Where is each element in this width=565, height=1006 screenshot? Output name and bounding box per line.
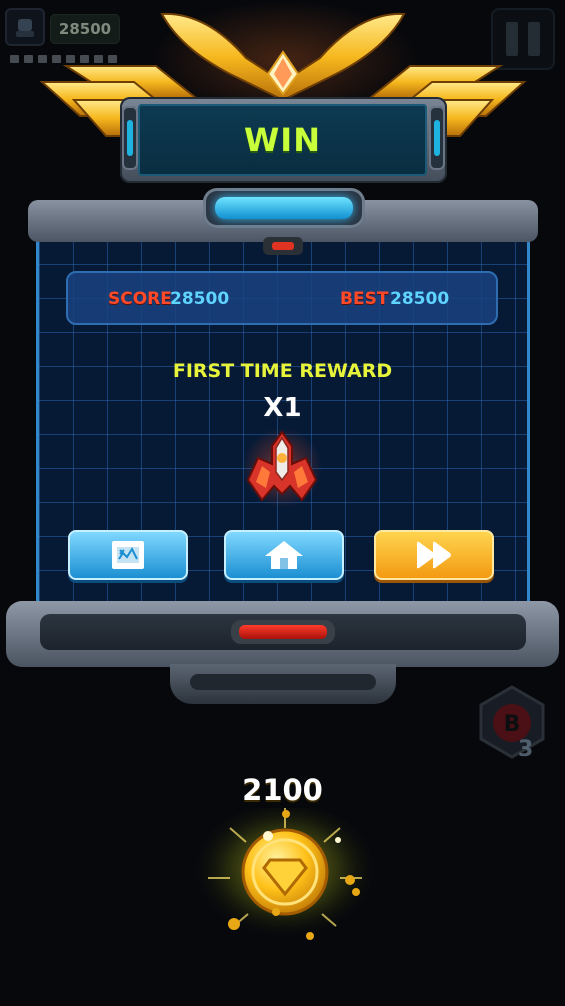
score-label: SCORE <box>108 289 172 309</box>
panel-top-indicator <box>263 237 303 255</box>
spaceship-reward-icon <box>242 428 322 508</box>
map-button[interactable] <box>68 530 188 580</box>
fast-forward-icon <box>417 541 451 569</box>
gold-coin-icon <box>190 808 380 948</box>
score-value: 28500 <box>170 289 230 309</box>
bomb-label: B <box>504 712 521 737</box>
panel-foot <box>170 664 396 704</box>
next-button[interactable] <box>374 530 494 580</box>
reward-multiplier: X1 <box>263 393 302 423</box>
panel-bottom-indicator <box>231 620 335 644</box>
panel-top-light <box>203 188 365 228</box>
win-banner: WIN <box>138 104 427 176</box>
home-icon <box>265 541 303 569</box>
map-icon <box>112 541 144 569</box>
reward-title: FIRST TIME REWARD <box>172 360 393 382</box>
bomb-count: 3 <box>518 737 534 762</box>
bomb-icon: B <box>479 685 545 759</box>
best-label: BEST <box>340 289 389 309</box>
coin-amount: 2100 <box>242 773 323 807</box>
banner-right-tab <box>429 106 445 170</box>
banner-left-tab <box>122 106 138 170</box>
win-title: WIN <box>244 121 321 159</box>
score-bar: SCORE 28500 BEST 28500 <box>66 271 498 325</box>
home-button[interactable] <box>224 530 344 580</box>
best-value: 28500 <box>390 289 450 309</box>
